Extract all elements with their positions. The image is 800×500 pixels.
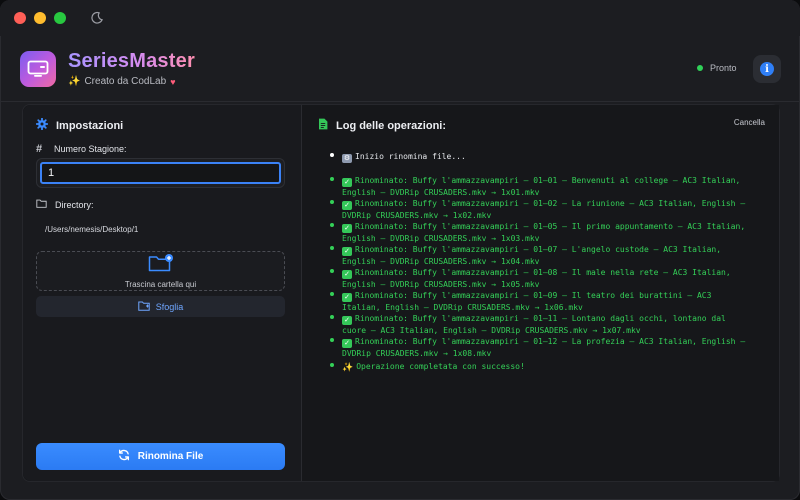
refresh-icon (118, 449, 130, 464)
log-list: ⚙ Inizio rinomina file... ✓ Rinominato: Bu… (326, 151, 746, 373)
log-entry-text: Inizio rinomina file... (355, 152, 466, 161)
folder-add-icon (148, 253, 174, 277)
check-mark-icon: ✓ (342, 201, 352, 210)
settings-title: Impostazioni (56, 119, 124, 132)
season-label: Numero Stagione: (54, 144, 127, 154)
log-entry-text: Operazione completata con successo! (356, 362, 525, 371)
settings-header: Impostazioni (35, 117, 124, 133)
check-mark-icon: ✓ (342, 293, 352, 302)
log-entry: ✓ Rinominato: Buffy l'ammazzavampiri – 01… (326, 313, 746, 336)
log-bullet (330, 363, 334, 367)
status-indicator: Pronto (697, 63, 737, 73)
status-text: Pronto (710, 63, 737, 73)
sparkles-icon: ✨ (342, 363, 354, 373)
log-entry: ✓ Rinominato: Buffy l'ammazzavampiri – 01… (326, 198, 746, 221)
document-icon (318, 118, 328, 133)
season-number-input[interactable] (40, 162, 281, 184)
folder-icon (36, 199, 47, 210)
rename-files-button[interactable]: Rinomina File (36, 443, 285, 470)
gear-icon (35, 117, 49, 133)
log-bullet (330, 200, 334, 204)
log-entry: ✓ Rinominato: Buffy l'ammazzavampiri – 01… (326, 336, 746, 359)
clear-log-button[interactable]: Cancella (734, 118, 765, 127)
check-mark-icon: ✓ (342, 316, 352, 325)
brand-block: SeriesMaster ✨ Creato da CodLab ♥ (68, 50, 195, 87)
minimize-window-button[interactable] (34, 12, 46, 24)
log-entry-text: Rinominato: Buffy l'ammazzavampiri – 01–… (342, 337, 750, 358)
log-entry-text: Rinominato: Buffy l'ammazzavampiri – 01–… (342, 222, 750, 243)
log-entry: ⚙ Inizio rinomina file... (326, 151, 746, 163)
log-bullet (330, 315, 334, 319)
log-bullet (330, 153, 334, 157)
settings-panel: Impostazioni # Numero Stagione: Director… (23, 105, 302, 481)
check-mark-icon: ✓ (342, 339, 352, 348)
log-entry-text: Rinominato: Buffy l'ammazzavampiri – 01–… (342, 314, 731, 335)
log-bullet (330, 338, 334, 342)
rename-button-label: Rinomina File (137, 451, 204, 462)
directory-path: /Users/nemesis/Desktop/1 (45, 225, 139, 234)
log-entry: ✓ Rinominato: Buffy l'ammazzavampiri – 01… (326, 221, 746, 244)
log-entry: ✨ Operazione completata con successo! (326, 361, 746, 373)
log-entry-text: Rinominato: Buffy l'ammazzavampiri – 01–… (342, 291, 717, 312)
dropzone-label: Trascina cartella qui (124, 279, 197, 289)
gear-box-icon: ⚙ (342, 154, 352, 163)
browse-button-label: Sfoglia (155, 301, 184, 312)
log-bullet (330, 269, 334, 273)
log-entry-text: Rinominato: Buffy l'ammazzavampiri – 01–… (342, 199, 750, 220)
check-mark-icon: ✓ (342, 270, 352, 279)
log-entry-text: Rinominato: Buffy l'ammazzavampiri – 01–… (342, 245, 726, 266)
log-panel: Log delle operazioni: Cancella ⚙ Inizio r… (302, 105, 779, 481)
browse-button[interactable]: Sfoglia (36, 296, 285, 317)
close-window-button[interactable] (14, 12, 26, 24)
app-window: SeriesMaster ✨ Creato da CodLab ♥ Pronto… (0, 0, 800, 500)
info-button[interactable]: i (753, 55, 781, 83)
sparkles-icon: ✨ (68, 76, 81, 87)
log-entry-text: Rinominato: Buffy l'ammazzavampiri – 01–… (342, 176, 746, 197)
check-mark-icon: ✓ (342, 224, 352, 233)
info-icon: i (760, 62, 774, 76)
season-label-row: # Numero Stagione: (36, 143, 127, 155)
moon-icon[interactable] (90, 10, 106, 26)
folder-dropzone[interactable]: Trascina cartella qui (36, 251, 285, 291)
status-dot-icon (697, 65, 703, 71)
log-bullet (330, 177, 334, 181)
directory-label: Directory: (55, 199, 94, 210)
log-entry-text: Rinominato: Buffy l'ammazzavampiri – 01–… (342, 268, 736, 289)
directory-label-row: Directory: (36, 199, 94, 210)
heart-icon: ♥ (170, 76, 176, 87)
app-logo-icon (20, 50, 56, 87)
log-entry: ✓ Rinominato: Buffy l'ammazzavampiri – 01… (326, 244, 746, 267)
app-title: SeriesMaster (68, 50, 195, 72)
folder-open-icon (138, 301, 150, 313)
log-entry: ✓ Rinominato: Buffy l'ammazzavampiri – 01… (326, 290, 746, 313)
check-mark-icon: ✓ (342, 247, 352, 256)
log-bullet (330, 223, 334, 227)
log-bullet (330, 246, 334, 250)
hash-icon: # (36, 143, 43, 155)
check-mark-icon: ✓ (342, 178, 352, 187)
credit-text: Creato da CodLab (84, 76, 167, 87)
season-field-frame (36, 158, 285, 188)
log-header: Log delle operazioni: (318, 118, 446, 133)
main-content: Impostazioni # Numero Stagione: Director… (22, 104, 780, 482)
log-entry: ✓ Rinominato: Buffy l'ammazzavampiri – 01… (326, 175, 746, 198)
title-bar (0, 0, 800, 36)
log-entry: ✓ Rinominato: Buffy l'ammazzavampiri – 01… (326, 267, 746, 290)
log-title: Log delle operazioni: (336, 119, 447, 132)
log-bullet (330, 292, 334, 296)
app-header: SeriesMaster ✨ Creato da CodLab ♥ Pronto… (0, 36, 800, 102)
credit-line: ✨ Creato da CodLab ♥ (68, 76, 195, 87)
zoom-window-button[interactable] (54, 12, 66, 24)
